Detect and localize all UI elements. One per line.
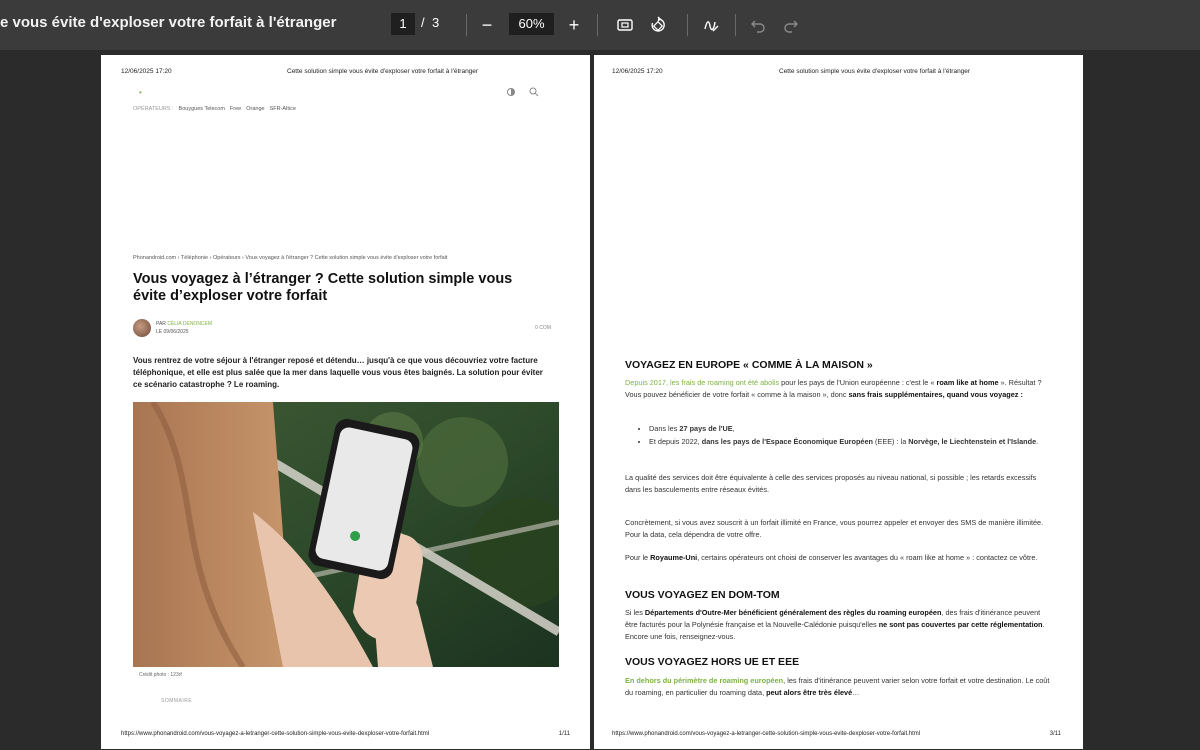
country-list: Dans les 27 pays de l'UE, Et depuis 2022… bbox=[649, 423, 1049, 449]
page-total: 3 bbox=[432, 15, 440, 30]
text-span: Et depuis 2022, bbox=[649, 437, 702, 446]
undo-button[interactable] bbox=[746, 13, 770, 37]
header-date: 12/06/2025 17:20 bbox=[612, 68, 663, 75]
text-span: Si les bbox=[625, 608, 645, 617]
operators-nav: OPÉRATEURS : Bouygues Telecom Free Orang… bbox=[133, 106, 296, 112]
link-outside-roaming[interactable]: En dehors du périmètre de roaming europé… bbox=[625, 676, 783, 685]
paragraph-quality: La qualité des services doit être équiva… bbox=[625, 473, 1037, 494]
toolbar-divider bbox=[466, 14, 467, 36]
operators-label: OPÉRATEURS : bbox=[133, 106, 174, 112]
photo-credit: Crédit photo : 123rf bbox=[139, 672, 182, 678]
zoom-level-input[interactable]: 60% bbox=[509, 13, 554, 35]
theme-toggle-icon bbox=[506, 84, 516, 102]
header-title: Cette solution simple vous évite d'explo… bbox=[287, 68, 479, 75]
fit-page-icon bbox=[617, 19, 633, 31]
text-bold: dans les pays de l'Espace Économique Eur… bbox=[701, 437, 873, 446]
text-bold: Royaume-Uni bbox=[650, 553, 698, 562]
pdf-toolbar: e vous évite d'exploser votre forfait à … bbox=[0, 0, 1200, 50]
text-span: Dans les bbox=[649, 424, 680, 433]
pdf-page-1: 12/06/2025 17:20 Cette solution simple v… bbox=[101, 55, 590, 749]
paragraph-uk: Pour le Royaume-Uni, certains opérateurs… bbox=[625, 552, 1053, 564]
page-separator: / bbox=[421, 15, 425, 30]
undo-icon bbox=[751, 20, 765, 33]
toolbar-divider bbox=[735, 14, 736, 36]
toolbar-divider bbox=[687, 14, 688, 36]
site-logo: • bbox=[139, 88, 142, 97]
section-heading-domtom: VOUS VOYAGEZ EN DOM-TOM bbox=[625, 589, 780, 601]
text-bold: peut alors être très élevé bbox=[766, 688, 853, 697]
text-span: . bbox=[1036, 437, 1039, 446]
author-name: CÉLIA DENONCEM bbox=[167, 321, 213, 327]
text-span: (EEE) : la bbox=[873, 437, 909, 446]
link-roaming-abolished[interactable]: Depuis 2017, les frais de roaming ont ét… bbox=[625, 378, 779, 387]
article-photo bbox=[133, 402, 559, 667]
author-row: PAR CÉLIA DENONCEM LE 09/06/2025 0 COM bbox=[133, 319, 551, 339]
footer-page-number: 1/11 bbox=[558, 731, 570, 737]
document-title: e vous évite d'exploser votre forfait à … bbox=[0, 14, 337, 31]
text-bold: ne sont pas couvertes par cette réglemen… bbox=[878, 620, 1043, 629]
footer-url[interactable]: https://www.phonandroid.com/vous-voyagez… bbox=[121, 731, 429, 737]
redo-icon bbox=[784, 20, 798, 33]
zoom-out-button[interactable]: − bbox=[475, 13, 499, 37]
redo-button[interactable] bbox=[779, 13, 803, 37]
draw-icon bbox=[704, 21, 719, 32]
operator-link: Bouygues Telecom bbox=[178, 106, 225, 112]
list-item: Dans les 27 pays de l'UE, bbox=[649, 423, 1049, 435]
toolbar-divider bbox=[597, 14, 598, 36]
table-of-contents-label: SOMMAIRE bbox=[161, 698, 193, 704]
zoom-in-button[interactable]: + bbox=[562, 13, 586, 37]
text-span: , certains opérateurs ont choisi de cons… bbox=[697, 553, 1038, 562]
footer-url[interactable]: https://www.phonandroid.com/vous-voyagez… bbox=[612, 731, 920, 737]
text-bold: Départements d'Outre-Mer bénéficient gén… bbox=[644, 608, 942, 617]
operator-link: Orange bbox=[246, 106, 265, 112]
text-bold: Norvège, le Liechtenstein et l'Islande bbox=[908, 437, 1037, 446]
list-item: Et depuis 2022, dans les pays de l'Espac… bbox=[649, 436, 1049, 448]
breadcrumb: Phonandroid.com › Téléphonie › Opérateur… bbox=[133, 255, 448, 261]
author-prefix: PAR bbox=[156, 321, 166, 327]
paragraph-concretely: Concrètement, si vous avez souscrit à un… bbox=[625, 518, 1044, 539]
section-heading-europe: VOYAGEZ EN EUROPE « COMME À LA MAISON » bbox=[625, 359, 873, 371]
avatar bbox=[133, 319, 151, 337]
text-span: pour les pays de l'Union européenne : c'… bbox=[779, 378, 937, 387]
rotate-icon bbox=[651, 16, 665, 32]
minus-icon: − bbox=[481, 14, 493, 35]
rotate-button[interactable] bbox=[646, 13, 670, 37]
fit-page-button[interactable] bbox=[613, 13, 637, 37]
text-span: Pour le bbox=[625, 553, 651, 562]
page-number-input[interactable]: 1 bbox=[391, 13, 415, 35]
author-date: LE 09/06/2025 bbox=[156, 329, 189, 335]
text-bold: sans frais supplémentaires, quand vous v… bbox=[848, 390, 1023, 399]
header-title: Cette solution simple vous évite d'explo… bbox=[779, 68, 971, 75]
text-bold: 27 pays de l'UE bbox=[679, 424, 733, 433]
search-icon bbox=[529, 84, 539, 102]
header-date: 12/06/2025 17:20 bbox=[121, 68, 172, 75]
paragraph-outside-eu: En dehors du périmètre de roaming europé… bbox=[625, 675, 1053, 699]
article-title: Vous voyagez à l’étranger ? Cette soluti… bbox=[133, 271, 513, 304]
section-heading-outside-eu: VOUS VOYAGEZ HORS UE ET EEE bbox=[625, 656, 800, 668]
paragraph-domtom: Si les Départements d'Outre-Mer bénéfici… bbox=[625, 607, 1053, 643]
comment-count: 0 COM bbox=[535, 325, 551, 331]
footer-page-number: 3/11 bbox=[1049, 731, 1061, 737]
text-span: , bbox=[732, 424, 735, 433]
operator-link: SFR-Altice bbox=[269, 106, 296, 112]
operator-link: Free bbox=[229, 106, 242, 112]
article-intro: Vous rentrez de votre séjour à l'étrange… bbox=[133, 356, 543, 389]
pdf-page-3: 12/06/2025 17:20 Cette solution simple v… bbox=[594, 55, 1083, 749]
draw-button[interactable] bbox=[699, 13, 723, 37]
text-span: … bbox=[852, 688, 860, 697]
plus-icon: + bbox=[568, 14, 580, 35]
paragraph-europe: Depuis 2017, les frais de roaming ont ét… bbox=[625, 377, 1053, 401]
text-bold: roam like at home bbox=[936, 378, 999, 387]
